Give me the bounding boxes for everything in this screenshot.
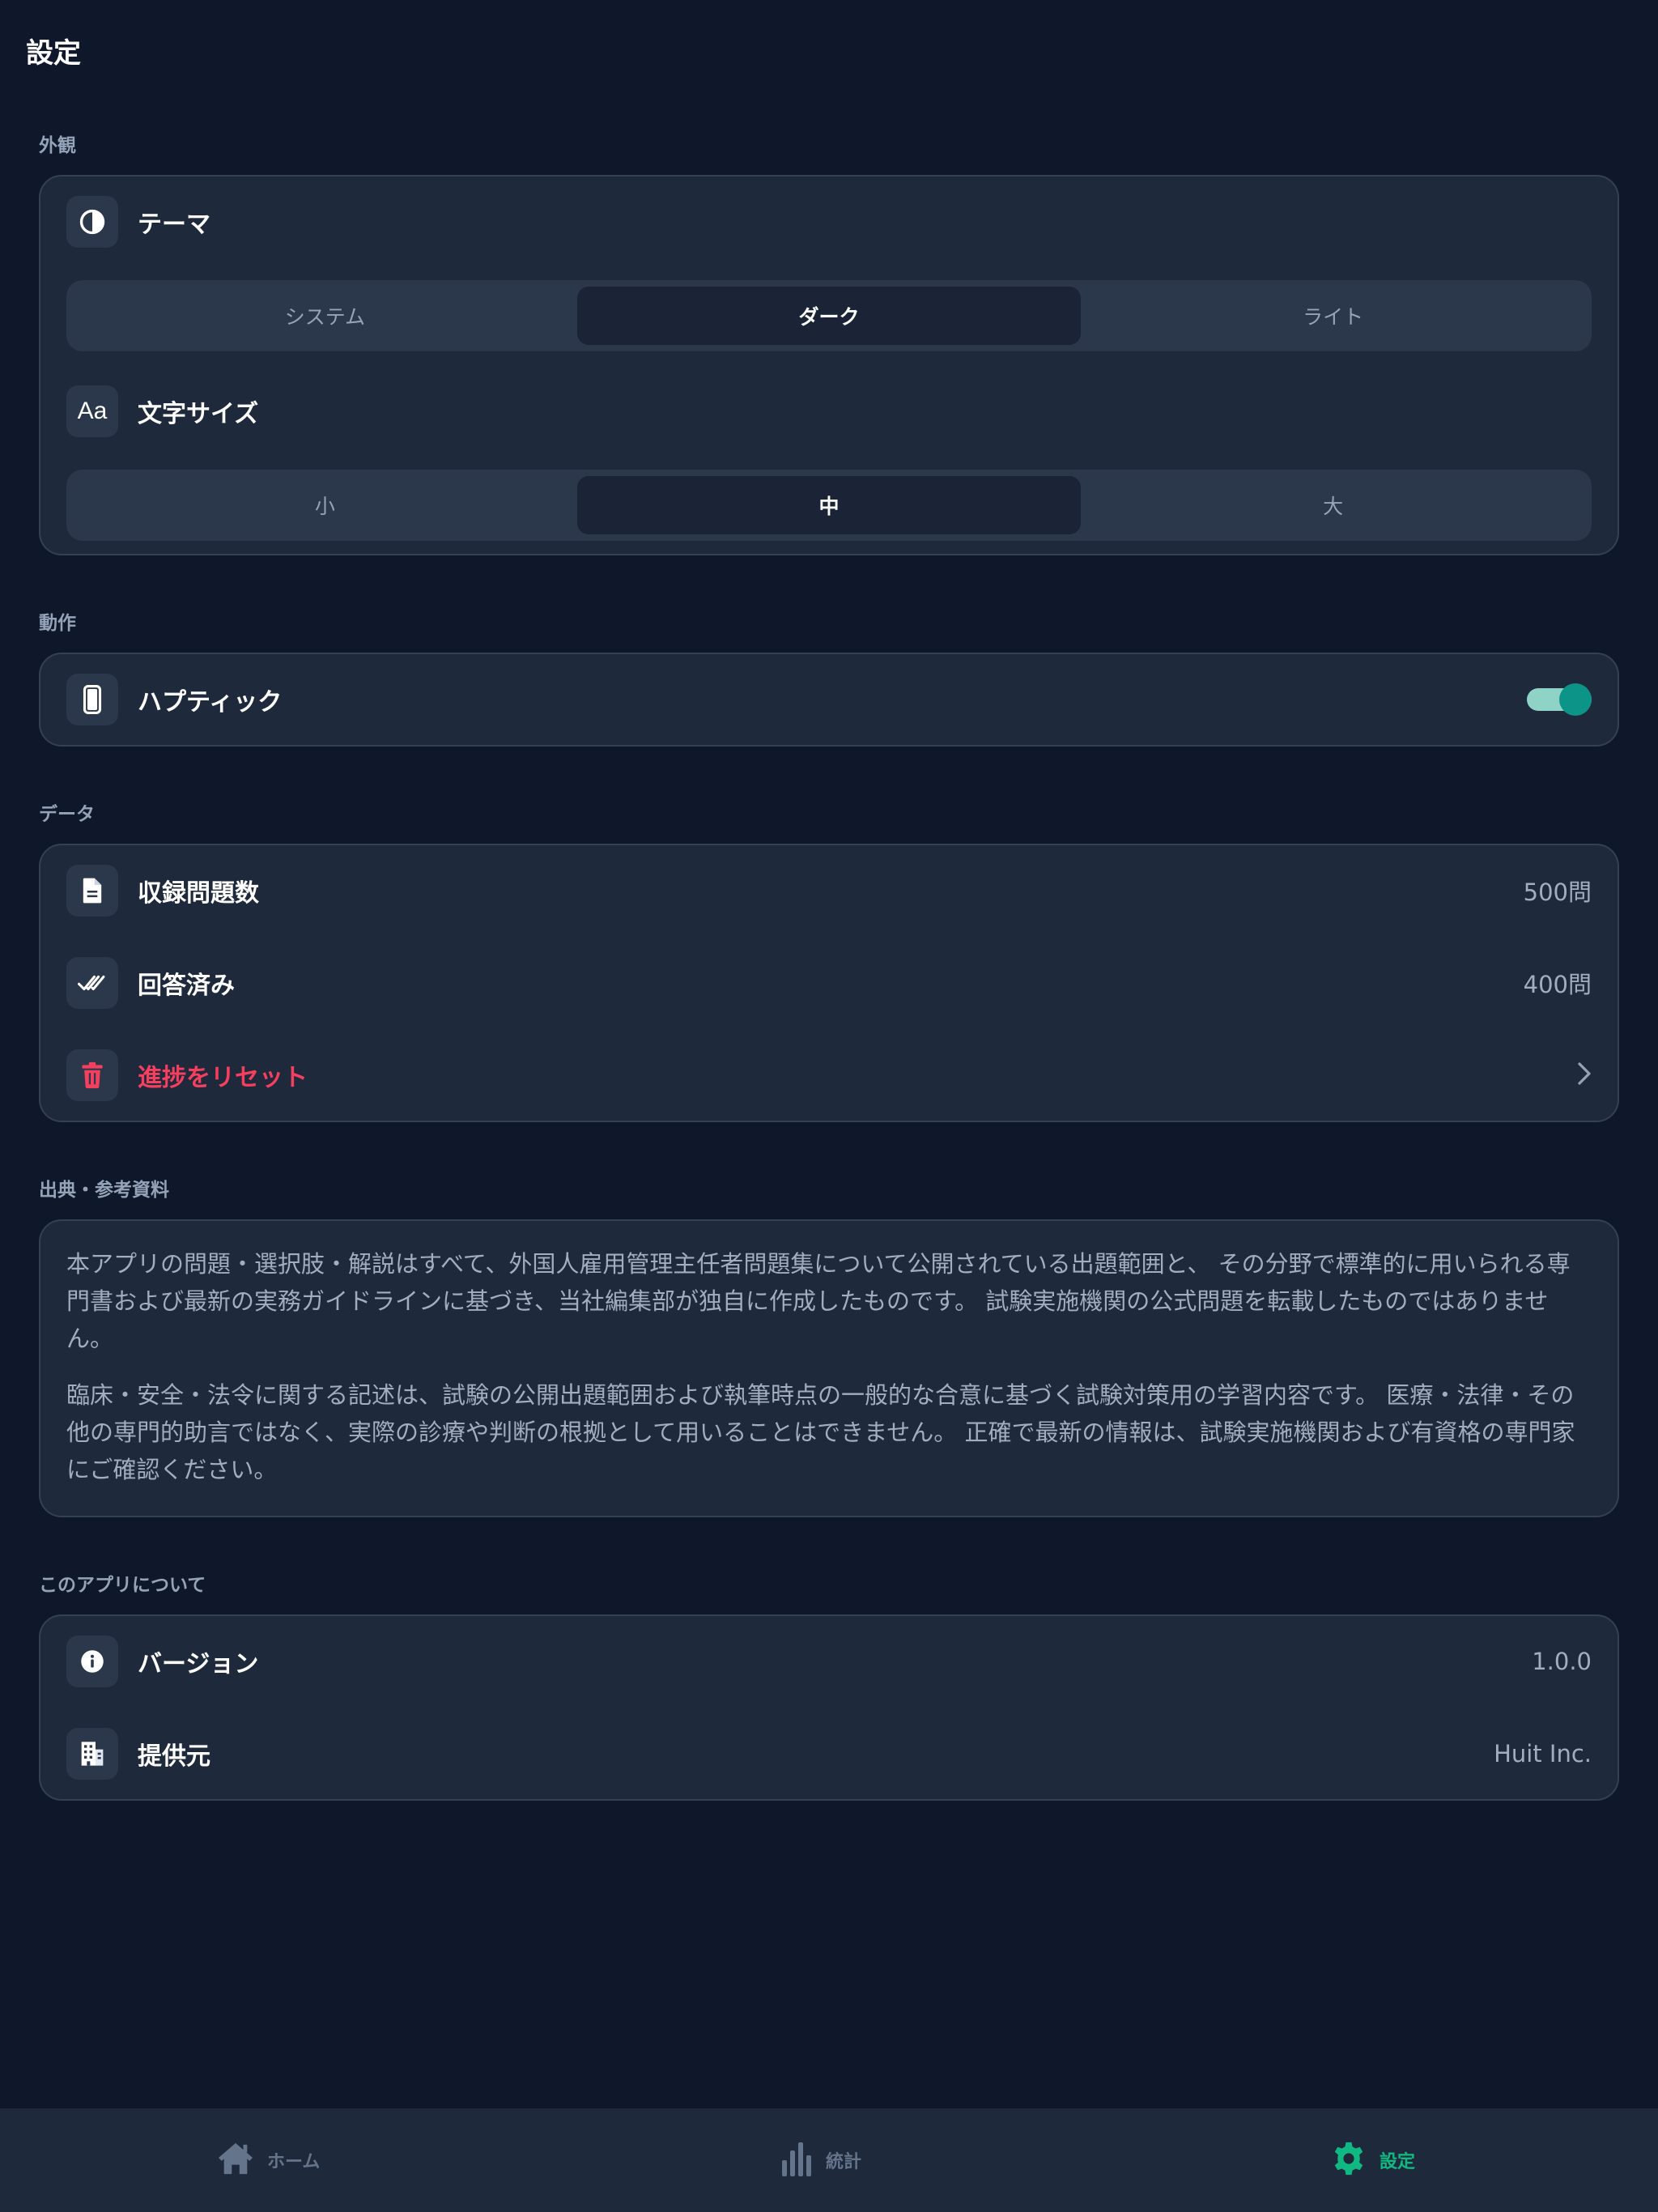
chevron-right-icon bbox=[1577, 1061, 1592, 1089]
provider-label: 提供元 bbox=[138, 1742, 210, 1771]
total-questions-row: 収録問題数 500問 bbox=[66, 865, 1592, 917]
text-size-icon: Aa bbox=[66, 385, 118, 437]
font-size-row: Aa 文字サイズ bbox=[66, 385, 1592, 437]
section-label-appearance: 外観 bbox=[39, 135, 76, 156]
bar-chart-icon bbox=[780, 2141, 813, 2180]
version-row: バージョン 1.0.0 bbox=[66, 1636, 1592, 1687]
sources-card: 本アプリの問題・選択肢・解説はすべて、外国人雇用管理主任者問題集について公開され… bbox=[39, 1219, 1619, 1517]
data-card: 収録問題数 500問 回答済み 400問 進捗をリセット bbox=[39, 844, 1619, 1122]
behavior-card: ハプティック bbox=[39, 653, 1619, 747]
bottom-tab-bar: ホーム 統計 設定 bbox=[0, 2108, 1658, 2212]
reset-progress-label: 進捗をリセット bbox=[138, 1064, 308, 1092]
phone-icon bbox=[66, 674, 118, 725]
home-icon bbox=[217, 2142, 254, 2179]
provider-row: 提供元 Huit Inc. bbox=[66, 1728, 1592, 1780]
disclaimer-paragraph: 臨床・安全・法令に関する記述は、試験の公開出題範囲および執筆時点の一般的な合意に… bbox=[66, 1381, 1575, 1483]
version-value: 1.0.0 bbox=[1532, 1648, 1592, 1675]
tab-stats[interactable]: 統計 bbox=[780, 2108, 861, 2212]
answered-label: 回答済み bbox=[138, 972, 235, 1000]
trash-icon bbox=[66, 1049, 118, 1101]
theme-segmented-control: システム ダーク ライト bbox=[66, 280, 1592, 351]
section-label-sources: 出典・参考資料 bbox=[39, 1180, 169, 1201]
toggle-knob bbox=[1559, 683, 1592, 716]
building-icon bbox=[66, 1728, 118, 1780]
tab-settings-label: 設定 bbox=[1380, 2152, 1416, 2172]
provider-value: Huit Inc. bbox=[1494, 1740, 1592, 1767]
theme-option-light[interactable]: ライト bbox=[1081, 287, 1585, 345]
font-size-option-medium[interactable]: 中 bbox=[576, 476, 1082, 534]
appearance-card: テーマ システム ダーク ライト Aa 文字サイズ 小 中 大 bbox=[39, 175, 1619, 555]
theme-option-dark[interactable]: ダーク bbox=[576, 287, 1082, 345]
tab-settings[interactable]: 設定 bbox=[1331, 2108, 1415, 2212]
haptic-toggle[interactable] bbox=[1527, 682, 1592, 717]
tab-stats-label: 統計 bbox=[826, 2152, 862, 2172]
theme-label: テーマ bbox=[138, 211, 210, 239]
info-icon bbox=[66, 1636, 118, 1687]
theme-option-system[interactable]: システム bbox=[73, 287, 577, 345]
answered-value: 400問 bbox=[1523, 971, 1592, 998]
about-card: バージョン 1.0.0 提供元 Huit Inc. bbox=[39, 1614, 1619, 1801]
answered-row: 回答済み 400問 bbox=[66, 957, 1592, 1009]
page-title: 設定 bbox=[26, 37, 81, 70]
section-label-behavior: 動作 bbox=[39, 613, 76, 634]
section-label-data: データ bbox=[39, 804, 95, 825]
total-questions-label: 収録問題数 bbox=[138, 879, 259, 908]
document-icon bbox=[66, 865, 118, 917]
haptic-row: ハプティック bbox=[66, 674, 1592, 725]
font-size-label: 文字サイズ bbox=[138, 400, 259, 428]
sources-paragraph: 本アプリの問題・選択肢・解説はすべて、外国人雇用管理主任者問題集について公開され… bbox=[66, 1250, 1571, 1352]
double-check-icon bbox=[66, 957, 118, 1009]
contrast-icon bbox=[66, 196, 118, 248]
theme-row: テーマ bbox=[66, 196, 1592, 248]
settings-screen: 設定 外観 テーマ システム ダーク ライト Aa 文字サイズ 小 中 大 動作… bbox=[0, 0, 1658, 2212]
font-size-segmented-control: 小 中 大 bbox=[66, 470, 1592, 541]
version-label: バージョン bbox=[138, 1650, 259, 1678]
total-questions-value: 500問 bbox=[1523, 878, 1592, 906]
gear-icon bbox=[1331, 2141, 1367, 2180]
tab-home-label: ホーム bbox=[267, 2152, 321, 2172]
font-size-option-large[interactable]: 大 bbox=[1081, 476, 1585, 534]
font-size-option-small[interactable]: 小 bbox=[73, 476, 577, 534]
reset-progress-row[interactable]: 進捗をリセット bbox=[66, 1049, 1592, 1101]
tab-home[interactable]: ホーム bbox=[217, 2108, 320, 2212]
haptic-label: ハプティック bbox=[138, 688, 283, 717]
section-label-about: このアプリについて bbox=[39, 1575, 206, 1596]
